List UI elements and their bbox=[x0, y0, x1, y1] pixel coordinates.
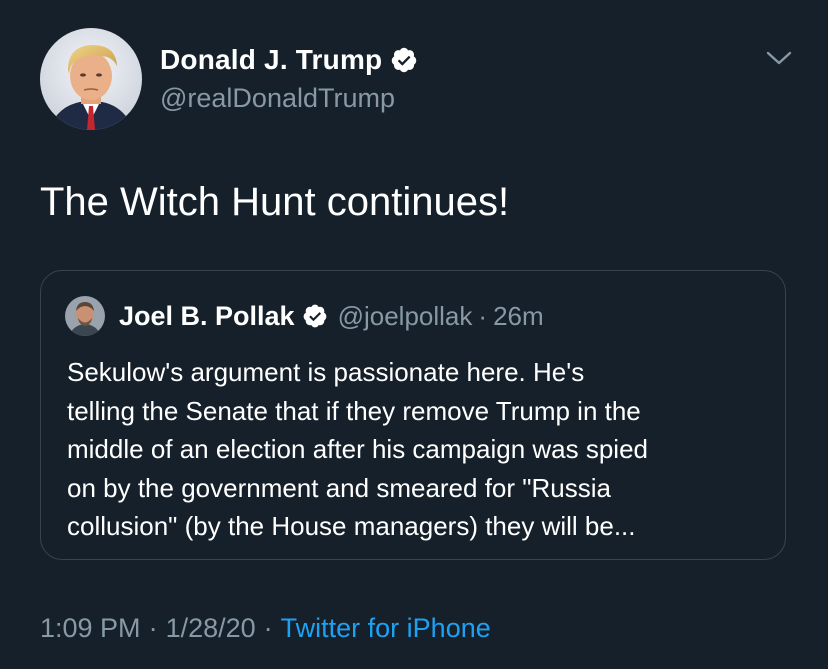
quoted-tweet-text-line: on by the government and smeared for "Ru… bbox=[67, 472, 611, 503]
quoted-tweet-header: Joel B. Pollak @joelpollak · 26m bbox=[65, 295, 544, 337]
quoted-verified-badge-icon bbox=[302, 303, 328, 329]
author-display-name[interactable]: Donald J. Trump bbox=[160, 44, 382, 76]
author-name-row: Donald J. Trump bbox=[160, 40, 418, 80]
tweet-time[interactable]: 1:09 PM bbox=[40, 613, 141, 643]
tweet-meta: 1:09 PM · 1/28/20 · Twitter for iPhone bbox=[40, 608, 491, 648]
quoted-tweet-text-line: middle of an election after his campaign… bbox=[67, 434, 648, 464]
author-handle[interactable]: @realDonaldTrump bbox=[160, 80, 418, 116]
quoted-meta-separator: · bbox=[478, 300, 488, 331]
quoted-tweet-text: Sekulow's argument is passionate here. H… bbox=[67, 353, 767, 546]
quoted-tweet-text-line: collusion" (by the House managers) they … bbox=[67, 511, 636, 541]
tweet-date[interactable]: 1/28/20 bbox=[166, 613, 256, 643]
quoted-author-name: Joel B. Pollak bbox=[119, 300, 295, 331]
quoted-tweet-text-line: Sekulow's argument is passionate here. H… bbox=[67, 357, 585, 387]
quoted-tweet-time: 26m bbox=[493, 300, 544, 331]
quoted-tweet-text-line: telling the Senate that if they remove T… bbox=[67, 395, 641, 426]
tweet-text: The Witch Hunt continues! bbox=[40, 180, 510, 224]
quoted-author-avatar bbox=[65, 296, 105, 336]
verified-badge-icon bbox=[390, 46, 418, 74]
meta-separator: · bbox=[263, 613, 273, 643]
chevron-down-icon[interactable] bbox=[764, 46, 794, 70]
tweet-detail: Donald J. Trump @realDonaldTrump The Wit… bbox=[0, 0, 828, 669]
author-info: Donald J. Trump @realDonaldTrump bbox=[160, 40, 418, 116]
meta-separator: · bbox=[148, 613, 158, 643]
quoted-tweet-card[interactable]: Joel B. Pollak @joelpollak · 26m Sekulow… bbox=[40, 270, 786, 560]
quoted-author-handle: @joelpollak bbox=[337, 300, 473, 331]
author-avatar[interactable] bbox=[40, 28, 142, 130]
tweet-source-link[interactable]: Twitter for iPhone bbox=[281, 613, 491, 643]
